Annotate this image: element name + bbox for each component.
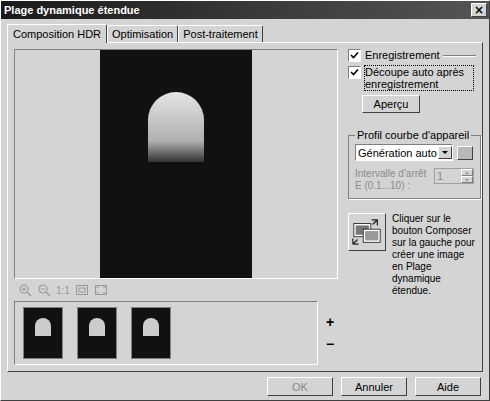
tab[interactable]: Composition HDR bbox=[7, 24, 107, 43]
full-screen-icon[interactable] bbox=[94, 283, 108, 297]
preview-button[interactable]: Aperçu bbox=[362, 95, 420, 113]
zoom-in-icon[interactable] bbox=[18, 283, 32, 297]
tab-bar: Composition HDROptimisationPost-traiteme… bbox=[7, 23, 483, 42]
title-bar: Plage dynamique étendue × bbox=[1, 1, 489, 19]
compose-button[interactable] bbox=[348, 213, 386, 251]
dialog-button[interactable]: OK bbox=[267, 377, 333, 396]
tab-panel: 1:1 + − Enregistrement Découpe auto après… bbox=[7, 42, 483, 372]
interval-spinner[interactable]: 1 bbox=[434, 168, 474, 184]
check-icon bbox=[350, 51, 359, 60]
dialog-button[interactable]: Annuler bbox=[341, 377, 407, 396]
zoom-out-icon[interactable] bbox=[37, 283, 51, 297]
tab[interactable]: Optimisation bbox=[107, 25, 178, 42]
actual-size-button[interactable]: 1:1 bbox=[56, 285, 70, 296]
window-title: Plage dynamique étendue bbox=[4, 4, 140, 16]
checkbox[interactable]: Découpe auto après enregistrement bbox=[348, 66, 473, 90]
zoom-toolbar: 1:1 bbox=[14, 279, 338, 301]
check-icon bbox=[350, 68, 359, 77]
group-title: Profil courbe d'appareil bbox=[355, 129, 471, 141]
save-group: Enregistrement Découpe auto après enregi… bbox=[348, 55, 476, 119]
thumbnail[interactable] bbox=[23, 307, 63, 359]
thumbnail[interactable] bbox=[131, 307, 171, 359]
checkbox[interactable]: Enregistrement bbox=[348, 49, 443, 62]
thumbnail-strip bbox=[14, 301, 318, 365]
image-preview bbox=[14, 49, 338, 279]
dialog-button[interactable]: Aide bbox=[415, 377, 481, 396]
interval-label: Intervalle d'arrêt E (0.1...10) : bbox=[355, 168, 431, 192]
camera-profile-group: Profil courbe d'appareil Génération auto… bbox=[348, 129, 481, 199]
checkbox-box[interactable] bbox=[348, 49, 361, 62]
thumbnail-control-button[interactable]: + bbox=[326, 315, 334, 329]
compose-icon bbox=[351, 216, 383, 248]
tab[interactable]: Post-traitement bbox=[178, 25, 263, 42]
thumbnail[interactable] bbox=[77, 307, 117, 359]
checkbox-box[interactable] bbox=[348, 66, 361, 79]
fit-window-icon[interactable] bbox=[75, 283, 89, 297]
profile-dropdown[interactable]: Génération auto bbox=[355, 144, 453, 161]
profile-edit-button[interactable] bbox=[457, 146, 473, 160]
close-button[interactable]: × bbox=[471, 3, 487, 17]
thumbnail-control-button[interactable]: − bbox=[326, 337, 334, 351]
dialog-window: Plage dynamique étendue × Composition HD… bbox=[0, 0, 490, 401]
preview-photo bbox=[100, 50, 252, 278]
compose-hint: Cliquer sur le bouton Composer sur la ga… bbox=[392, 213, 476, 297]
